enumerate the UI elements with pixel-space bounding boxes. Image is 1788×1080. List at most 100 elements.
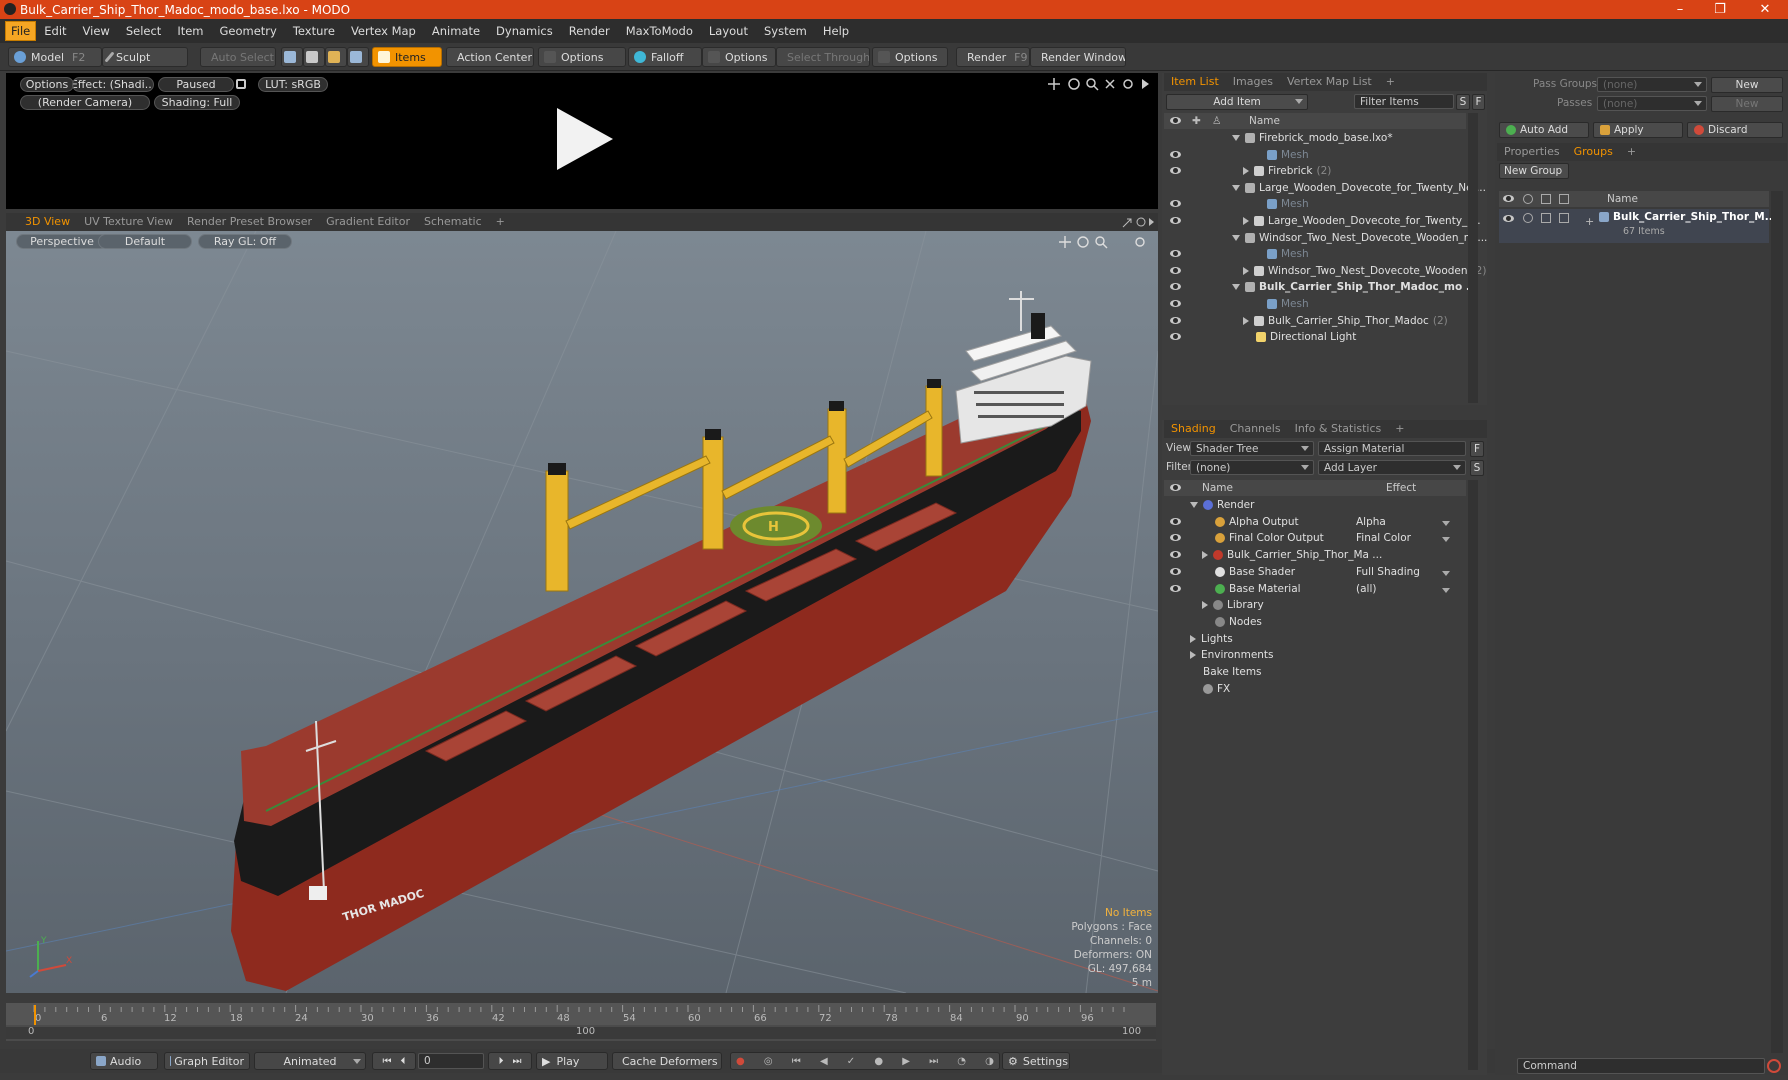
sculpt-mode-button[interactable]: Sculpt [102, 47, 188, 67]
select-through-button[interactable]: Select Through [776, 47, 870, 67]
item-list-row[interactable]: Mesh [1164, 246, 1466, 262]
viewport-settings-icon[interactable] [1136, 217, 1146, 227]
pass-groups-dropdown[interactable]: (none) [1597, 77, 1707, 92]
item-list-row[interactable]: Windsor_Two_Nest_Dovecote_Wooden_m ... [1164, 230, 1487, 246]
tab-item-list[interactable]: Item List [1164, 74, 1226, 90]
shader-tree-row[interactable]: Library [1164, 597, 1466, 613]
visibility-column-icon[interactable] [1170, 117, 1181, 124]
key-icon[interactable]: ● [874, 1056, 883, 1067]
visibility-toggle-icon[interactable] [1170, 283, 1181, 291]
audio-button[interactable]: Audio [90, 1052, 158, 1070]
maximize-viewport-icon[interactable] [1122, 218, 1132, 228]
timeline[interactable]: 0 6 12 18 24 30 36 42 48 54 60 66 72 78 … [6, 1003, 1156, 1041]
group-lock-icon[interactable] [1541, 213, 1551, 223]
menu-system[interactable]: System [756, 22, 815, 40]
menu-texture[interactable]: Texture [285, 22, 343, 40]
shader-tree-row[interactable]: Lights [1164, 631, 1466, 647]
tab-channels[interactable]: Channels [1223, 421, 1288, 437]
minimize-button[interactable]: – [1660, 0, 1700, 19]
next-key-icon[interactable]: ▶ [902, 1056, 910, 1067]
expand-arrow-icon[interactable] [1243, 266, 1249, 275]
shading-s-button[interactable]: S [1470, 460, 1484, 476]
shading-f-button[interactable]: F [1470, 441, 1484, 457]
vertices-mode-button[interactable] [281, 47, 303, 67]
graph-editor-button[interactable]: Graph Editor [164, 1052, 250, 1070]
first-key-icon[interactable]: ⏮ [792, 1056, 801, 1067]
tab-properties[interactable]: Properties [1497, 144, 1567, 160]
tab-info-statistics[interactable]: Info & Statistics [1288, 421, 1389, 437]
shader-effect-dropdown[interactable]: Final Color [1356, 532, 1454, 544]
tab-render-preset-browser[interactable]: Render Preset Browser [180, 214, 319, 230]
record-icon[interactable]: ● [736, 1056, 745, 1067]
tab-groups[interactable]: Groups [1567, 144, 1620, 160]
collapse-arrow-icon[interactable] [1232, 135, 1240, 141]
shader-tree-row[interactable]: Alpha Output Alpha [1164, 514, 1466, 530]
close-button[interactable]: ✕ [1745, 0, 1785, 19]
menu-edit[interactable]: Edit [36, 22, 74, 40]
add-tab-button[interactable]: + [1379, 74, 1402, 90]
settings-button[interactable]: ⚙ Settings [1002, 1052, 1070, 1070]
item-list-row[interactable]: Mesh [1164, 196, 1466, 212]
render-button[interactable]: Render F9 [956, 47, 1030, 67]
visibility-toggle-icon[interactable] [1170, 217, 1181, 224]
go-to-start-icon[interactable]: ⏮ [383, 1056, 392, 1067]
tab-images[interactable]: Images [1226, 74, 1280, 90]
menu-dynamics[interactable]: Dynamics [488, 22, 561, 40]
item-list-row[interactable]: Windsor_Two_Nest_Dovecote_Wooden (2) [1164, 263, 1486, 279]
polygons-mode-button[interactable] [325, 47, 347, 67]
visibility-toggle-icon[interactable] [1170, 300, 1181, 307]
item-list-row[interactable]: Firebrick (2) [1164, 163, 1466, 179]
shading-dropdown[interactable]: Shading: Full [154, 95, 240, 110]
shader-tree-row[interactable]: Bake Items [1164, 664, 1466, 680]
visibility-toggle-icon[interactable] [1170, 250, 1181, 258]
item-list-scrollbar[interactable] [1468, 113, 1478, 403]
assign-material-button[interactable]: Assign Material [1318, 441, 1466, 456]
menu-item[interactable]: Item [169, 22, 211, 40]
menu-render[interactable]: Render [561, 22, 618, 40]
channel-icon[interactable]: ◑ [985, 1056, 994, 1067]
zoom-icon[interactable] [1086, 78, 1096, 88]
materials-mode-button[interactable] [347, 47, 369, 67]
add-layer-dropdown[interactable]: Add Layer [1318, 460, 1466, 475]
shader-effect-dropdown[interactable]: Alpha [1356, 516, 1454, 528]
menu-animate[interactable]: Animate [424, 22, 488, 40]
collapse-arrow-icon[interactable] [1190, 502, 1198, 508]
lut-dropdown[interactable]: LUT: sRGB [258, 77, 328, 92]
shader-tree-row[interactable]: Base Material (all) [1164, 581, 1466, 597]
new-pass-group-button[interactable]: New [1711, 77, 1783, 93]
filter-f-button[interactable]: F [1472, 94, 1485, 110]
step-forward-icon[interactable]: ⏵ [499, 1056, 504, 1067]
add-tab-button[interactable]: + [489, 214, 512, 230]
play-button[interactable]: ▶ Play [536, 1052, 608, 1070]
maximize-button[interactable]: ❐ [1700, 0, 1740, 19]
menu-maxtomodo[interactable]: MaxToModo [618, 22, 701, 40]
render-column-icon[interactable] [1523, 194, 1533, 204]
falloff-button[interactable]: Falloff [628, 47, 702, 67]
passes-dropdown[interactable]: (none) [1597, 96, 1707, 111]
edges-mode-button[interactable] [303, 47, 325, 67]
item-list-row[interactable]: Bulk_Carrier_Ship_Thor_Madoc (2) [1164, 313, 1466, 329]
item-list-row[interactable]: Mesh [1164, 147, 1466, 163]
group-select-icon[interactable] [1559, 213, 1569, 223]
expand-arrow-icon[interactable] [1243, 167, 1249, 176]
play-preview-icon[interactable] [549, 104, 619, 174]
skip-start-controls[interactable]: ⏮ ⏴ [372, 1052, 416, 1070]
new-group-button[interactable]: New Group [1499, 163, 1569, 179]
visibility-toggle-icon[interactable] [1170, 150, 1181, 158]
view-dropdown[interactable]: Shader Tree [1190, 441, 1314, 456]
visibility-toggle-icon[interactable] [1170, 333, 1181, 341]
visibility-toggle-icon[interactable] [1170, 584, 1181, 592]
select-column-icon[interactable] [1559, 194, 1569, 204]
apply-button[interactable]: Apply [1593, 122, 1683, 138]
visibility-toggle-icon[interactable] [1170, 534, 1181, 542]
action-center-options-button[interactable]: Options [538, 47, 626, 67]
ship-model[interactable]: H THOR MADOC [6, 231, 1158, 993]
visibility-toggle-icon[interactable] [1170, 567, 1181, 575]
playhead[interactable] [34, 1005, 36, 1025]
lock-column-icon[interactable]: ✚ [1192, 115, 1201, 127]
expand-arrow-icon[interactable] [1243, 217, 1249, 225]
shader-tree-row[interactable]: Bulk_Carrier_Ship_Thor_Ma ... [1164, 547, 1466, 563]
preview-settings-icon[interactable] [1123, 79, 1133, 89]
rotate-icon[interactable] [1068, 78, 1080, 90]
tab-shading[interactable]: Shading [1164, 421, 1223, 437]
